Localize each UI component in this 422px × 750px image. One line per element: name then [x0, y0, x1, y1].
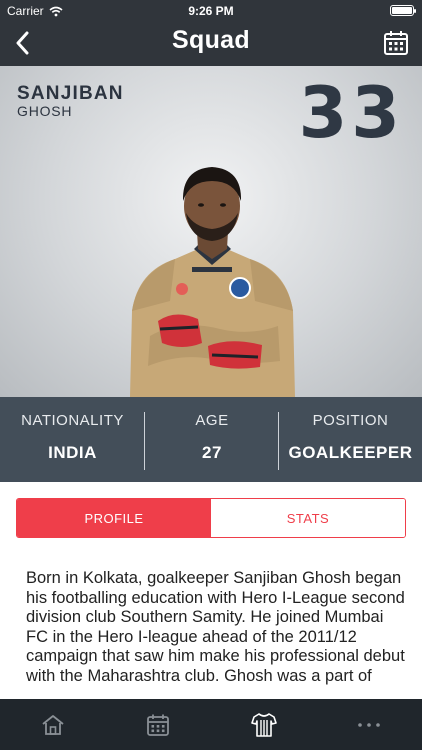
tabbar-home[interactable] — [0, 699, 106, 750]
info-label: POSITION — [312, 412, 389, 429]
nav-bar: Squad — [0, 22, 422, 66]
jersey-icon — [250, 712, 277, 737]
info-nationality: NATIONALITY INDIA — [0, 397, 145, 482]
battery-icon — [390, 5, 416, 16]
calendar-icon — [147, 714, 170, 736]
info-value: GOALKEEPER — [288, 443, 413, 462]
info-value: INDIA — [48, 443, 97, 462]
bottom-tab-bar — [0, 699, 422, 750]
more-icon — [358, 722, 381, 727]
tab-profile[interactable]: PROFILE — [17, 499, 211, 537]
calendar-icon — [384, 31, 408, 55]
top-bar: Carrier 9:26 PM Squad — [0, 0, 422, 66]
status-time: 9:26 PM — [188, 4, 234, 18]
player-number: 33 — [298, 72, 404, 154]
status-bar: Carrier 9:26 PM — [0, 0, 422, 22]
home-icon — [42, 714, 64, 735]
player-photo — [130, 167, 295, 397]
calendar-button[interactable] — [382, 29, 410, 57]
player-last-name: GHOSH — [17, 103, 73, 119]
player-first-name: SANJIBAN — [17, 83, 124, 104]
segmented-tabs: PROFILE STATS — [16, 498, 406, 538]
tabbar-fixtures[interactable] — [106, 699, 212, 750]
tabbar-squad[interactable] — [211, 699, 317, 750]
info-label: NATIONALITY — [21, 412, 124, 429]
page-title: Squad — [172, 26, 250, 54]
tabbar-more[interactable] — [317, 699, 422, 750]
info-age: AGE 27 — [145, 397, 279, 482]
info-position: POSITION GOALKEEPER — [279, 397, 422, 482]
player-bio: Born in Kolkata, goalkeeper Sanjiban Gho… — [26, 569, 405, 685]
player-hero: SANJIBAN GHOSH 33 — [0, 66, 422, 397]
info-value: 27 — [202, 443, 222, 462]
tab-stats[interactable]: STATS — [211, 499, 405, 537]
info-label: AGE — [195, 412, 229, 429]
player-info-bar: NATIONALITY INDIA AGE 27 POSITION GOALKE… — [0, 397, 422, 482]
